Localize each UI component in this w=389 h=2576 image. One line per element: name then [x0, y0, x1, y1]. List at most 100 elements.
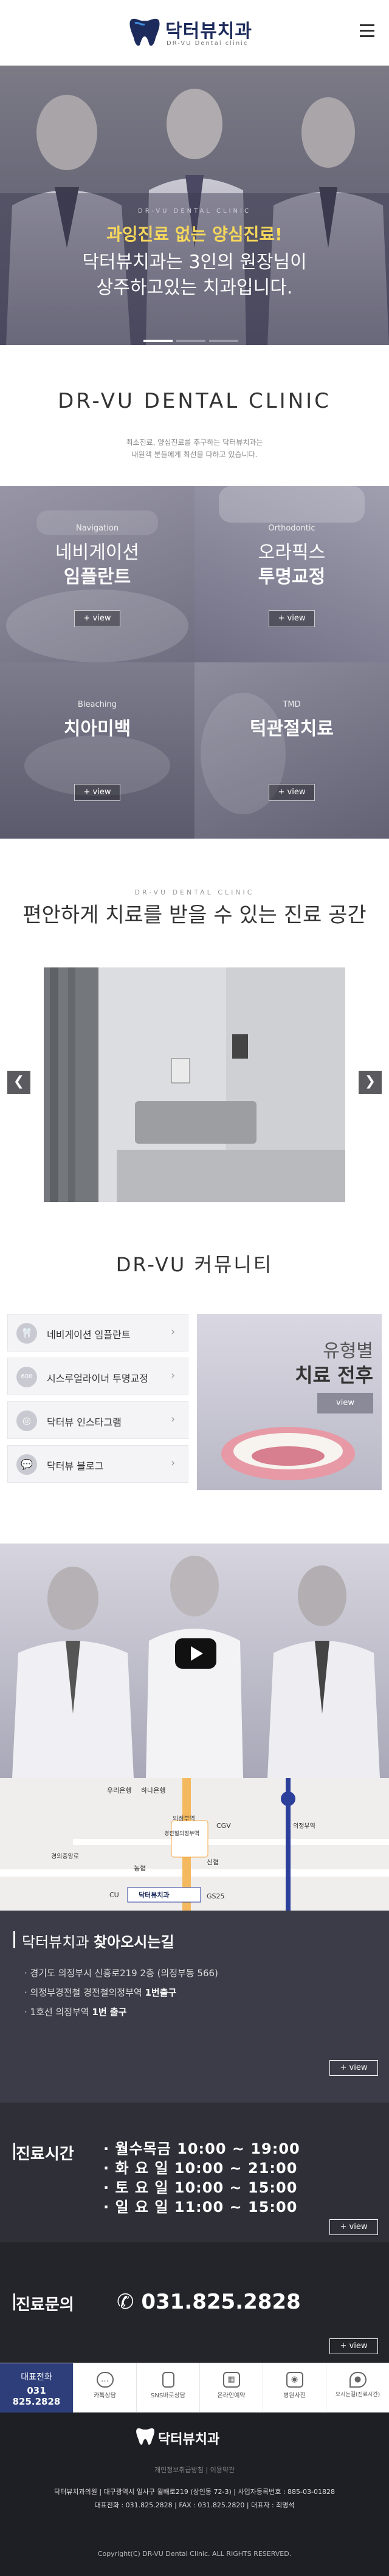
community-item-label: 닥터뷰 블로그: [47, 1460, 104, 1472]
map-pin-icon: ●: [349, 2372, 367, 2388]
chevron-right-icon: ›: [171, 1325, 176, 1338]
tooth-icon: 🦷: [16, 1323, 37, 1344]
quick-label: 카톡상담: [94, 2392, 116, 2399]
map-label: GS25: [207, 1892, 225, 1900]
video-play-button[interactable]: [175, 1638, 216, 1669]
quick-sns-button[interactable]: SNS바로상담: [136, 2363, 199, 2413]
calendar-icon: ▦: [222, 2372, 240, 2388]
quick-reservation-button[interactable]: ▦ 온라인예약: [199, 2363, 263, 2413]
community-item-aligner[interactable]: 600 시스루얼라이너 투명교정 ›: [7, 1358, 188, 1395]
footer-copyright: Copyright(C) DR-VU Dental Clinic. ALL RI…: [97, 2550, 292, 2558]
community-title: DR-VU 커뮤니티: [115, 1253, 274, 1276]
footer-info-2: 대표전화 : 031.825.2828 | FAX : 031.825.2820…: [94, 2501, 295, 2509]
space-title: 편안하게 치료를 받을 수 있는 진료 공간: [22, 903, 367, 927]
section-accent-bar: [13, 1931, 15, 1948]
hours-row: · 일 요 일 11:00 ~ 15:00: [103, 2199, 298, 2216]
contact-phone[interactable]: ✆ 031.825.2828: [117, 2290, 301, 2314]
tmd-photo: [201, 693, 286, 814]
intro-video[interactable]: [0, 1544, 389, 1778]
community-item-label: 닥터뷰 인스타그램: [47, 1417, 122, 1428]
rep-phone-button[interactable]: 대표전화 031 825.2828: [0, 2363, 73, 2413]
hours-row: · 월수목금 10:00 ~ 19:00: [103, 2140, 300, 2157]
tile-name: 턱관절치료: [250, 718, 334, 740]
tile-name-line-2: 투명교정: [258, 566, 326, 588]
gallery-prev-button[interactable]: ❮: [7, 1071, 30, 1094]
community-item-blog[interactable]: 💬 닥터뷰 블로그 ›: [7, 1445, 188, 1483]
chevron-right-icon: ›: [171, 1413, 176, 1426]
tile-view-button[interactable]: + view: [269, 610, 315, 627]
tile-view-button[interactable]: + view: [74, 610, 120, 627]
section-accent-bar: [13, 2293, 15, 2310]
quick-kakao-button[interactable]: … 카톡상담: [73, 2363, 136, 2413]
clinic-desc-line-2: 내원객 분들에게 최선을 다하고 있습니다.: [131, 450, 258, 459]
hero-headline: 과잉진료 없는 양심진료!: [106, 224, 283, 244]
treatment-tiles: Navigation 네비게이션 임플란트 + view Orthodontic …: [0, 486, 389, 839]
location-map[interactable]: 우리은행 하나은행 의정부역 경전철의정부역 CGV 신협 농협 CU GS25…: [0, 1778, 389, 1911]
tooth-logo-icon: [129, 18, 160, 46]
tile-view-button[interactable]: + view: [74, 784, 120, 801]
space-subtitle: DR-VU DENTAL CLINIC: [134, 888, 255, 896]
footer-links[interactable]: 개인정보취급방침 | 이용약관: [0, 2465, 389, 2475]
quick-directions-button[interactable]: ● 오시는길(진료시간): [326, 2363, 389, 2413]
tile-name-line-1: 오라픽스: [258, 542, 326, 563]
site-header: 닥터뷰치과 DR-VU Dental clinic: [0, 0, 389, 66]
quick-photos-button[interactable]: ◉ 병원사진: [263, 2363, 326, 2413]
tile-orthodontic[interactable]: Orthodontic 오라픽스투명교정 + view: [194, 486, 389, 662]
clinic-title: DR-VU DENTAL CLINIC: [58, 389, 331, 413]
contact-view-button[interactable]: + view: [329, 2338, 378, 2354]
community-item-instagram[interactable]: ◎ 닥터뷰 인스타그램 ›: [7, 1401, 188, 1439]
map-label: 하나은행: [141, 1787, 166, 1795]
map-label: 우리은행: [107, 1787, 132, 1795]
tile-tmd[interactable]: TMD 턱관절치료 + view: [194, 662, 389, 839]
quick-label: SNS바로상담: [151, 2392, 185, 2399]
hero-pagination: [143, 333, 247, 342]
phone-icon: ✆: [117, 2290, 134, 2314]
logo-text: 닥터뷰치과: [165, 21, 252, 42]
chat-bubble-icon: …: [96, 2372, 114, 2388]
hero-dot-1[interactable]: [143, 340, 173, 342]
location-title-bold: 찾아오시는길: [94, 1934, 174, 1951]
map-label: CGV: [216, 1822, 231, 1830]
location-line-3-text: · 1호선 의정부역: [24, 2007, 92, 2018]
chevron-right-icon: ›: [171, 1369, 176, 1382]
hero-banner: DR-VU DENTAL CLINIC 과잉진료 없는 양심진료! 닥터뷰치과는…: [0, 66, 389, 345]
map-label: 의정부역: [293, 1823, 315, 1830]
section-accent-bar: [13, 2143, 15, 2160]
location-section: 닥터뷰치과 찾아오시는길 · 경기도 의정부시 신흥로219 2층 (의정부동 …: [0, 1911, 389, 2103]
map-label: 농협: [134, 1864, 146, 1872]
site-logo[interactable]: 닥터뷰치과 DR-VU Dental clinic: [128, 13, 261, 52]
tile-implant[interactable]: Navigation 네비게이션 임플란트 + view: [0, 486, 194, 662]
rep-phone-number: 031 825.2828: [12, 2385, 61, 2407]
tile-category: Orthodontic: [268, 524, 315, 533]
chevron-right-icon: ›: [171, 1457, 176, 1469]
tile-view-button[interactable]: + view: [269, 784, 315, 801]
map-roads: [0, 1778, 389, 1911]
hero-doctors-photo: [0, 89, 389, 345]
community-list: 🦷 네비게이션 임플란트 › 600 시스루얼라이너 투명교정 › ◎ 닥터뷰 …: [7, 1314, 188, 1489]
tile-category: Bleaching: [78, 700, 117, 709]
hero-dot-3[interactable]: [209, 340, 238, 342]
location-line-2-text: · 의정부경전철 경전철의정부역: [24, 1987, 145, 1998]
menu-icon[interactable]: [360, 24, 377, 38]
treatment-room-image: [44, 967, 345, 1202]
hours-view-button[interactable]: + view: [329, 2219, 378, 2235]
location-view-button[interactable]: + view: [329, 2060, 378, 2076]
location-address: · 경기도 의정부시 신흥로219 2층 (의정부동 566): [24, 1968, 218, 1979]
before-after-card[interactable]: 유형별 치료 전후 view: [197, 1314, 382, 1490]
case-view-button[interactable]: view: [317, 1393, 373, 1413]
hours-row: · 화 요 일 10:00 ~ 21:00: [103, 2160, 298, 2177]
tile-bleaching[interactable]: Bleaching 치아미백 + view: [0, 662, 194, 839]
map-clinic-marker[interactable]: 닥터뷰치과: [139, 1890, 170, 1900]
hero-dot-2[interactable]: [176, 340, 205, 342]
tile-category: Navigation: [75, 524, 119, 533]
gallery-next-button[interactable]: ❯: [359, 1071, 382, 1094]
map-label: CU: [109, 1891, 119, 1899]
community-item-label: 시스루얼라이너 투명교정: [47, 1373, 149, 1384]
location-title: 닥터뷰치과 찾아오시는길: [22, 1930, 174, 1951]
contact-section: 진료문의 ✆ 031.825.2828 + view: [0, 2242, 389, 2363]
location-title-pre: 닥터뷰치과: [22, 1934, 89, 1951]
community-item-implant[interactable]: 🦷 네비게이션 임플란트 ›: [7, 1314, 188, 1352]
bleaching-photo: [24, 735, 170, 796]
hours-section: 진료시간 · 월수목금 10:00 ~ 19:00 · 화 요 일 10:00 …: [0, 2103, 389, 2242]
quick-label: 병원사진: [283, 2392, 306, 2399]
